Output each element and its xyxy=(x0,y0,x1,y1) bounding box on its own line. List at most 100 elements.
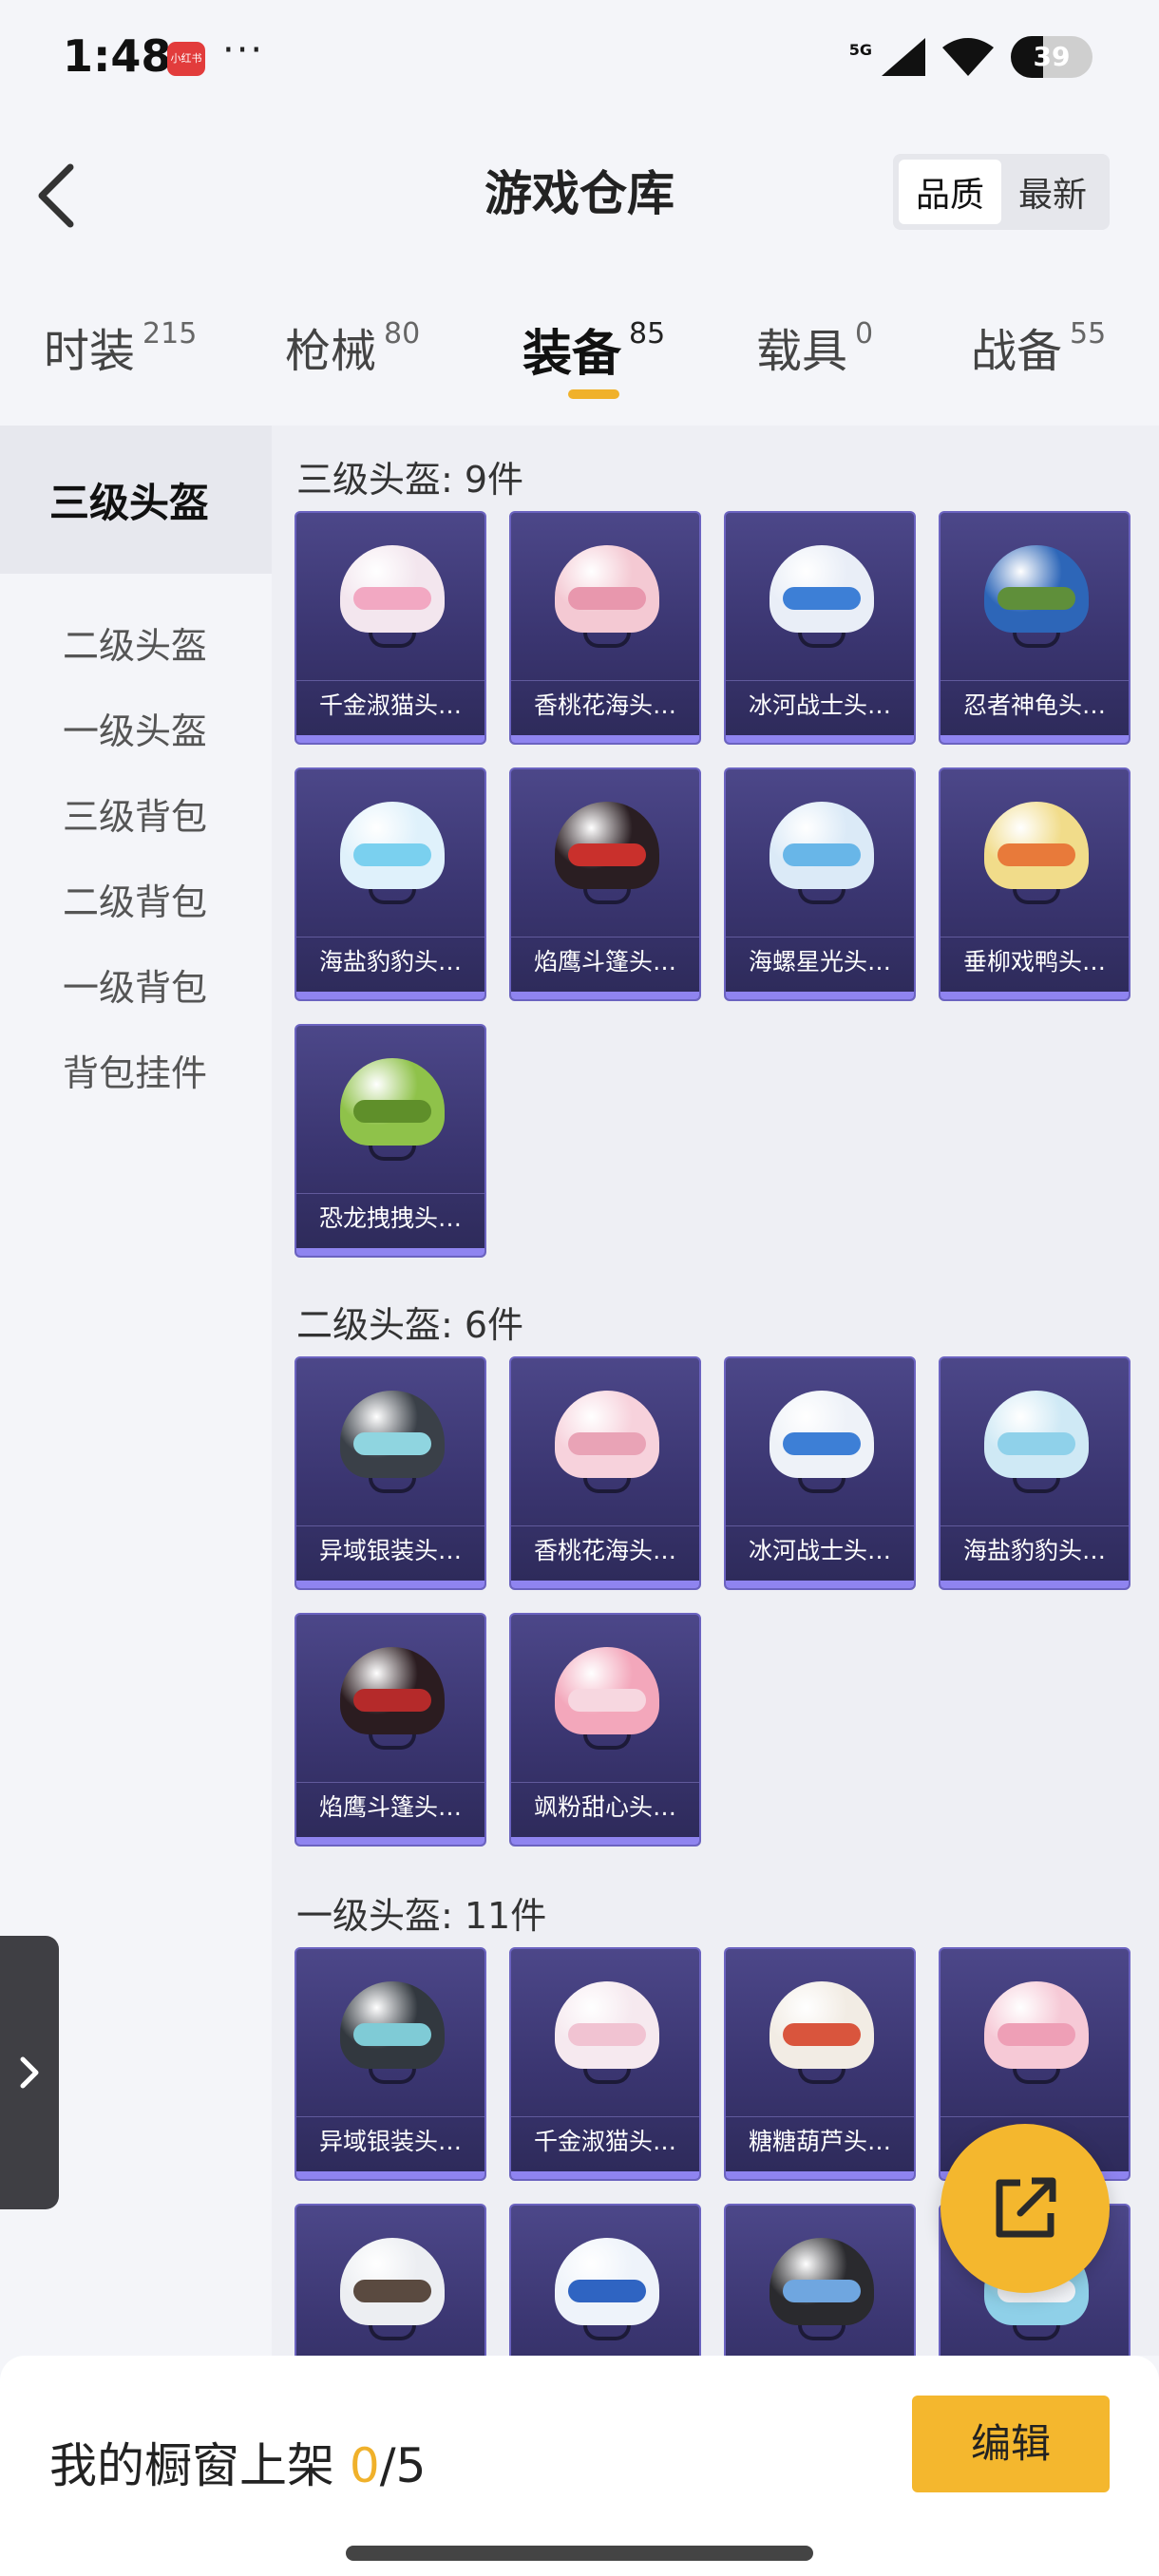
sidebar-item[interactable]: 三级背包 xyxy=(0,775,272,851)
helmet-icon xyxy=(770,1391,874,1495)
sidebar-item[interactable]: 一级背包 xyxy=(0,946,272,1022)
tab-label: 载具 xyxy=(756,325,848,378)
more-notifications-icon: ··· xyxy=(222,28,265,72)
sort-quality-button[interactable]: 品质 xyxy=(899,160,1001,224)
status-bar: 1:48 小红书 ··· 5G 39 xyxy=(0,0,1159,123)
helmet-icon xyxy=(984,545,1089,650)
item-card[interactable]: 异域银装头… xyxy=(294,1947,486,2181)
item-card[interactable]: 恐龙拽拽头… xyxy=(294,1024,486,1258)
home-indicator[interactable] xyxy=(346,2546,813,2561)
item-name: 异域银装头… xyxy=(296,1525,484,1575)
item-card[interactable]: 垂柳戏鸭头… xyxy=(939,767,1130,1001)
tab-fashion[interactable]: 时装 215 xyxy=(44,313,197,380)
helmet-icon xyxy=(984,802,1089,906)
helmet-icon xyxy=(340,1647,445,1752)
item-name: 忍者神龟头… xyxy=(940,680,1129,729)
helmet-icon xyxy=(340,2238,445,2342)
tab-guns[interactable]: 枪械 80 xyxy=(285,313,420,380)
item-name: 异域银装头… xyxy=(296,2116,484,2166)
warehouse-page: 1:48 小红书 ··· 5G 39 游戏仓库 品质 最新 时装 215 枪械 … xyxy=(0,0,1159,2576)
side-panel-toggle[interactable] xyxy=(0,1936,59,2209)
item-name: 冰河战士头… xyxy=(726,680,914,729)
item-card[interactable]: 香桃花海头… xyxy=(509,511,701,745)
tab-count: 0 xyxy=(855,317,874,350)
battery-level: 39 xyxy=(1033,41,1071,72)
tab-label: 战备 xyxy=(971,325,1063,378)
item-name: 香桃花海头… xyxy=(511,680,699,729)
item-card[interactable]: 千金淑猫头… xyxy=(509,1947,701,2181)
item-card[interactable]: 异域银装头… xyxy=(294,1356,486,1590)
helmet-icon xyxy=(770,545,874,650)
helmet-icon xyxy=(555,545,659,650)
sidebar-item[interactable]: 二级背包 xyxy=(0,861,272,937)
item-name: 千金淑猫头… xyxy=(511,2116,699,2166)
helmet-icon xyxy=(770,802,874,906)
helmet-icon xyxy=(340,1391,445,1495)
helmet-icon xyxy=(770,2238,874,2342)
sort-latest-button[interactable]: 最新 xyxy=(1001,160,1104,224)
item-name: 焰鹰斗篷头… xyxy=(296,1782,484,1831)
section-title: 一级头盔: 11件 xyxy=(296,1895,547,1937)
sidebar-item[interactable]: 一级头盔 xyxy=(0,690,272,766)
category-tabs: 时装 215 枪械 80 装备 85 载具 0 战备 55 xyxy=(0,304,1159,418)
item-name: 垂柳戏鸭头… xyxy=(940,937,1129,986)
tab-count: 80 xyxy=(384,317,421,350)
section-title: 二级头盔: 6件 xyxy=(296,1304,524,1346)
tab-label: 装备 xyxy=(522,326,622,383)
item-name: 飒粉甜心头… xyxy=(511,1782,699,1831)
item-name: 海螺星光头… xyxy=(726,937,914,986)
status-indicators: 5G 39 xyxy=(849,36,1092,78)
item-card[interactable]: 香桃花海头… xyxy=(509,1356,701,1590)
item-card[interactable]: 飒粉甜心头… xyxy=(509,1613,701,1847)
item-card[interactable]: 糖糖葫芦头… xyxy=(724,1947,916,2181)
section-title: 三级头盔: 9件 xyxy=(296,459,524,501)
showcase-total: /5 xyxy=(379,2438,427,2493)
item-card[interactable] xyxy=(509,2204,701,2356)
item-card[interactable]: 忍者神龟头… xyxy=(939,511,1130,745)
share-icon xyxy=(996,2177,1056,2238)
showcase-status: 我的橱窗上架 0/5 xyxy=(49,2428,426,2496)
item-name: 千金淑猫头… xyxy=(296,680,484,729)
share-button[interactable] xyxy=(940,2124,1110,2293)
app-notification-icon: 小红书 xyxy=(167,42,205,76)
item-card[interactable]: 海盐豹豹头… xyxy=(294,767,486,1001)
item-card[interactable] xyxy=(724,2204,916,2356)
helmet-icon xyxy=(340,1058,445,1163)
helmet-icon xyxy=(340,545,445,650)
edit-button[interactable]: 编辑 xyxy=(912,2396,1110,2492)
header: 游戏仓库 品质 最新 xyxy=(0,133,1159,256)
tab-count: 85 xyxy=(629,317,666,350)
tab-count: 55 xyxy=(1070,317,1107,350)
tab-supplies[interactable]: 战备 55 xyxy=(971,313,1106,380)
showcase-label: 我的橱窗上架 xyxy=(49,2438,350,2493)
item-card[interactable]: 冰河战士头… xyxy=(724,511,916,745)
item-card[interactable]: 海螺星光头… xyxy=(724,767,916,1001)
item-name: 焰鹰斗篷头… xyxy=(511,937,699,986)
item-card[interactable]: 海盐豹豹头… xyxy=(939,1356,1130,1590)
sidebar-item[interactable]: 二级头盔 xyxy=(0,604,272,680)
helmet-icon xyxy=(984,1981,1089,2086)
item-name: 香桃花海头… xyxy=(511,1525,699,1575)
helmet-icon xyxy=(984,1391,1089,1495)
tab-count: 215 xyxy=(142,317,198,350)
item-name: 海盐豹豹头… xyxy=(940,1525,1129,1575)
item-name: 海盐豹豹头… xyxy=(296,937,484,986)
tab-label: 时装 xyxy=(44,325,136,378)
cellular-signal-icon xyxy=(882,38,925,76)
helmet-icon xyxy=(555,1981,659,2086)
tab-equipment[interactable]: 装备 85 xyxy=(522,313,665,385)
network-type: 5G xyxy=(848,40,872,59)
item-grid: 三级头盔: 9件千金淑猫头… 香桃花海头… 冰河战士头… 忍者神龟头… 海盐豹豹头… 焰鹰… xyxy=(272,426,1159,2356)
item-card[interactable] xyxy=(294,2204,486,2356)
item-card[interactable]: 焰鹰斗篷头… xyxy=(294,1613,486,1847)
bottom-bar: 我的橱窗上架 0/5 编辑 xyxy=(0,2356,1159,2576)
sort-toggle: 品质 最新 xyxy=(893,154,1110,230)
item-card[interactable]: 焰鹰斗篷头… xyxy=(509,767,701,1001)
sidebar-item[interactable]: 背包挂件 xyxy=(0,1032,272,1108)
item-card[interactable]: 千金淑猫头… xyxy=(294,511,486,745)
tab-vehicles[interactable]: 载具 0 xyxy=(756,313,873,380)
sidebar-item[interactable]: 三级头盔 xyxy=(0,426,272,574)
item-card[interactable]: 冰河战士头… xyxy=(724,1356,916,1590)
helmet-icon xyxy=(555,1647,659,1752)
tab-label: 枪械 xyxy=(285,325,377,378)
